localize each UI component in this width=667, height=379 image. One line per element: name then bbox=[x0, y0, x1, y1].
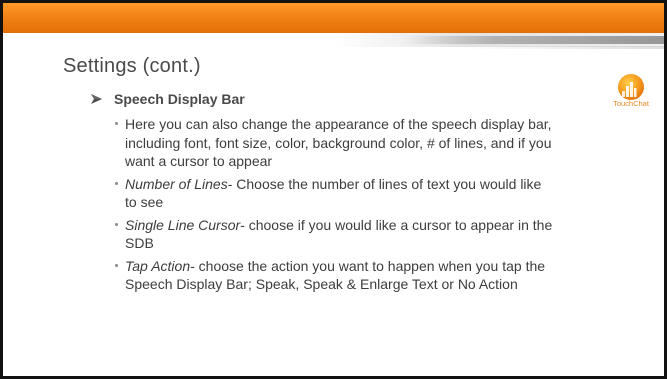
top-accent-bar bbox=[3, 3, 664, 33]
gray-accent-stripe bbox=[403, 36, 664, 44]
list-item: Number of Lines- Choose the number of li… bbox=[115, 175, 555, 212]
bullet-dot-icon bbox=[115, 263, 118, 267]
arrow-right-icon bbox=[91, 94, 102, 104]
bullet-term: Number of Lines bbox=[125, 175, 228, 192]
logo-text: TouchChat bbox=[613, 99, 649, 108]
bullet-dot-icon bbox=[115, 181, 118, 185]
touchchat-logo-icon bbox=[618, 74, 644, 100]
bullet-dot-icon bbox=[115, 222, 118, 226]
bullet-dot-icon bbox=[115, 122, 118, 125]
slide: Settings (cont.) TouchChat Speech Displa… bbox=[0, 0, 667, 379]
gray-accent-stripe-thin bbox=[458, 46, 664, 49]
touchchat-logo: TouchChat bbox=[610, 73, 652, 113]
list-item: Tap Action- choose the action you want t… bbox=[115, 257, 555, 294]
bullet-term: Single Line Cursor bbox=[125, 216, 241, 233]
list-item: Single Line Cursor- choose if you would … bbox=[115, 216, 555, 253]
bullet-term: Tap Action bbox=[125, 257, 191, 274]
slide-title: Settings (cont.) bbox=[63, 55, 201, 77]
list-item: Here you can also change the appearance … bbox=[115, 115, 555, 171]
heading-row: Speech Display Bar bbox=[90, 91, 245, 107]
section-heading: Speech Display Bar bbox=[114, 91, 245, 107]
bullet-text: Here you can also change the appearance … bbox=[125, 116, 552, 169]
bullet-list: Here you can also change the appearance … bbox=[115, 115, 555, 298]
